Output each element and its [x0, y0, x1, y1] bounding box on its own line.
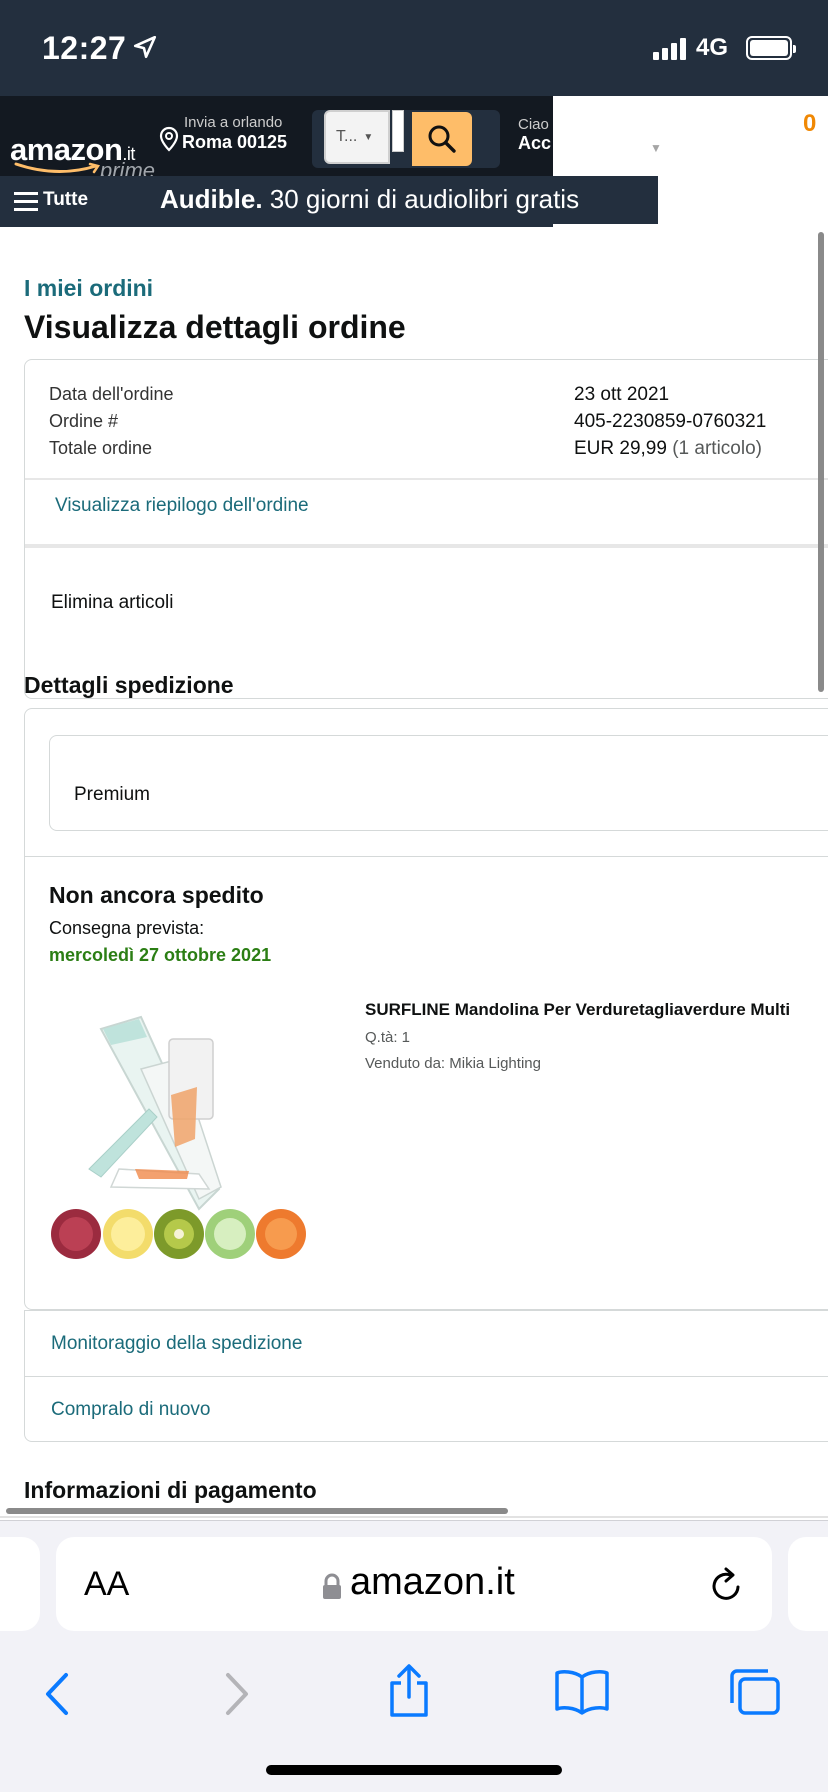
amazon-smile-icon	[14, 162, 101, 174]
share-icon[interactable]	[386, 1663, 432, 1719]
delete-items-button[interactable]: Elimina articoli	[51, 592, 173, 614]
search-input[interactable]	[392, 110, 404, 152]
deliver-to-label: Invia a orlando	[184, 114, 283, 131]
horizontal-scrollbar[interactable]	[6, 1508, 508, 1514]
reload-icon[interactable]	[708, 1565, 746, 1605]
address-bar[interactable]: AA amazon.it	[56, 1537, 772, 1631]
order-number-value: 405-2230859-0760321	[574, 411, 767, 432]
audible-promo[interactable]: Audible. 30 giorni di audiolibri gratis	[160, 184, 579, 215]
delivery-label: Consegna prevista:	[49, 918, 205, 938]
divider	[0, 1516, 828, 1518]
location-pin-icon	[159, 126, 179, 152]
track-shipment-link[interactable]: Monitoraggio della spedizione	[51, 1333, 302, 1355]
browser-chrome: AA amazon.it	[0, 1520, 828, 1792]
divider	[25, 478, 828, 480]
url-text: amazon.it	[350, 1561, 515, 1603]
home-indicator[interactable]	[266, 1765, 562, 1775]
deliver-address: Roma 00125	[182, 132, 288, 152]
search-department-label: T...	[336, 128, 358, 145]
order-total-value: EUR 29,99 (1 articolo)	[574, 438, 762, 460]
bookmarks-icon[interactable]	[554, 1669, 610, 1715]
payment-info-title: Informazioni di pagamento	[24, 1477, 317, 1503]
account-label: Acc	[518, 133, 552, 153]
account-greeting: Ciao	[518, 116, 549, 133]
promo-text: 30 giorni di audiolibri gratis	[262, 184, 580, 214]
search-bar: T... ▼	[312, 110, 500, 168]
lock-icon	[323, 1573, 341, 1599]
view-order-summary-link[interactable]: Visualizza riepilogo dell'ordine	[55, 495, 309, 517]
header-overflow-area	[553, 96, 828, 176]
network-type: 4G	[695, 34, 728, 61]
account-menu[interactable]: Ciao Acc	[518, 116, 551, 154]
back-icon[interactable]	[42, 1671, 72, 1717]
shipping-option-box: Premium	[49, 735, 828, 831]
search-department-select[interactable]: T... ▼	[324, 110, 390, 164]
status-bar: 12:27 4G	[0, 0, 828, 96]
shipment-actions: Monitoraggio della spedizione Compralo d…	[24, 1310, 828, 1442]
previous-tab-peek[interactable]	[0, 1537, 40, 1631]
order-date-value: 23 ott 2021	[574, 384, 670, 405]
text-size-button[interactable]: AA	[84, 1565, 129, 1604]
track-shipment-row[interactable]: Monitoraggio della spedizione	[25, 1311, 828, 1377]
amazon-header: amazon.it prime Invia a orlando Roma 001…	[0, 96, 553, 183]
search-icon	[428, 125, 456, 153]
product-image[interactable]	[49, 999, 311, 1265]
all-menu-button[interactable]: Tutte	[43, 189, 88, 211]
shipping-details-title: Dettagli spedizione	[24, 672, 234, 698]
order-item-count: (1 articolo)	[672, 438, 762, 459]
divider	[25, 856, 828, 857]
breadcrumb[interactable]: I miei ordini	[24, 275, 153, 302]
account-caret-icon: ▼	[650, 141, 662, 155]
order-total-label: Totale ordine	[49, 438, 153, 458]
location-arrow-icon	[133, 35, 157, 59]
status-indicators: 4G	[652, 34, 796, 62]
battery-icon	[746, 36, 796, 60]
order-summary-card: Data dell'ordine 23 ott 2021 Ordine # 40…	[24, 359, 828, 699]
shipment-status: Non ancora spedito	[49, 882, 264, 908]
promo-brand: Audible.	[160, 184, 263, 214]
order-total-amount: EUR 29,99	[574, 438, 667, 459]
caret-down-icon: ▼	[363, 131, 374, 143]
search-button[interactable]	[412, 112, 472, 166]
signal-icon	[652, 36, 686, 60]
product-quantity: Q.tà: 1	[365, 1029, 411, 1046]
header-gap	[553, 224, 828, 227]
status-time: 12:27	[42, 30, 127, 66]
delivery-date: mercoledì 27 ottobre 2021	[49, 945, 272, 965]
buy-again-link[interactable]: Compralo di nuovo	[51, 1399, 210, 1421]
order-number-label: Ordine #	[49, 411, 119, 431]
product-seller: Venduto da: Mikia Lighting	[365, 1055, 541, 1072]
text-size-label: AA	[84, 1565, 130, 1603]
order-date-label: Data dell'ordine	[49, 384, 174, 404]
page-title: Visualizza dettagli ordine	[24, 309, 406, 345]
hamburger-menu-icon[interactable]	[14, 190, 40, 212]
shipping-option-label: Premium	[74, 784, 151, 805]
cart-count[interactable]: 0	[803, 110, 816, 138]
deliver-to[interactable]: Invia a orlando Roma 00125	[158, 114, 287, 153]
forward-icon[interactable]	[222, 1671, 252, 1717]
vertical-scrollbar[interactable]	[818, 232, 824, 692]
shipping-card: Premium Non ancora spedito Consegna prev…	[24, 708, 828, 1310]
buy-again-row[interactable]: Compralo di nuovo	[25, 1377, 828, 1443]
next-tab-peek[interactable]	[788, 1537, 828, 1631]
nav-subbar: Tutte Audible. 30 giorni di audiolibri g…	[0, 176, 658, 227]
browser-toolbar	[0, 1651, 828, 1751]
divider	[25, 544, 828, 548]
tabs-icon[interactable]	[728, 1667, 782, 1717]
product-title-link[interactable]: SURFLINE Mandolina Per Verduretagliaverd…	[365, 1000, 790, 1020]
